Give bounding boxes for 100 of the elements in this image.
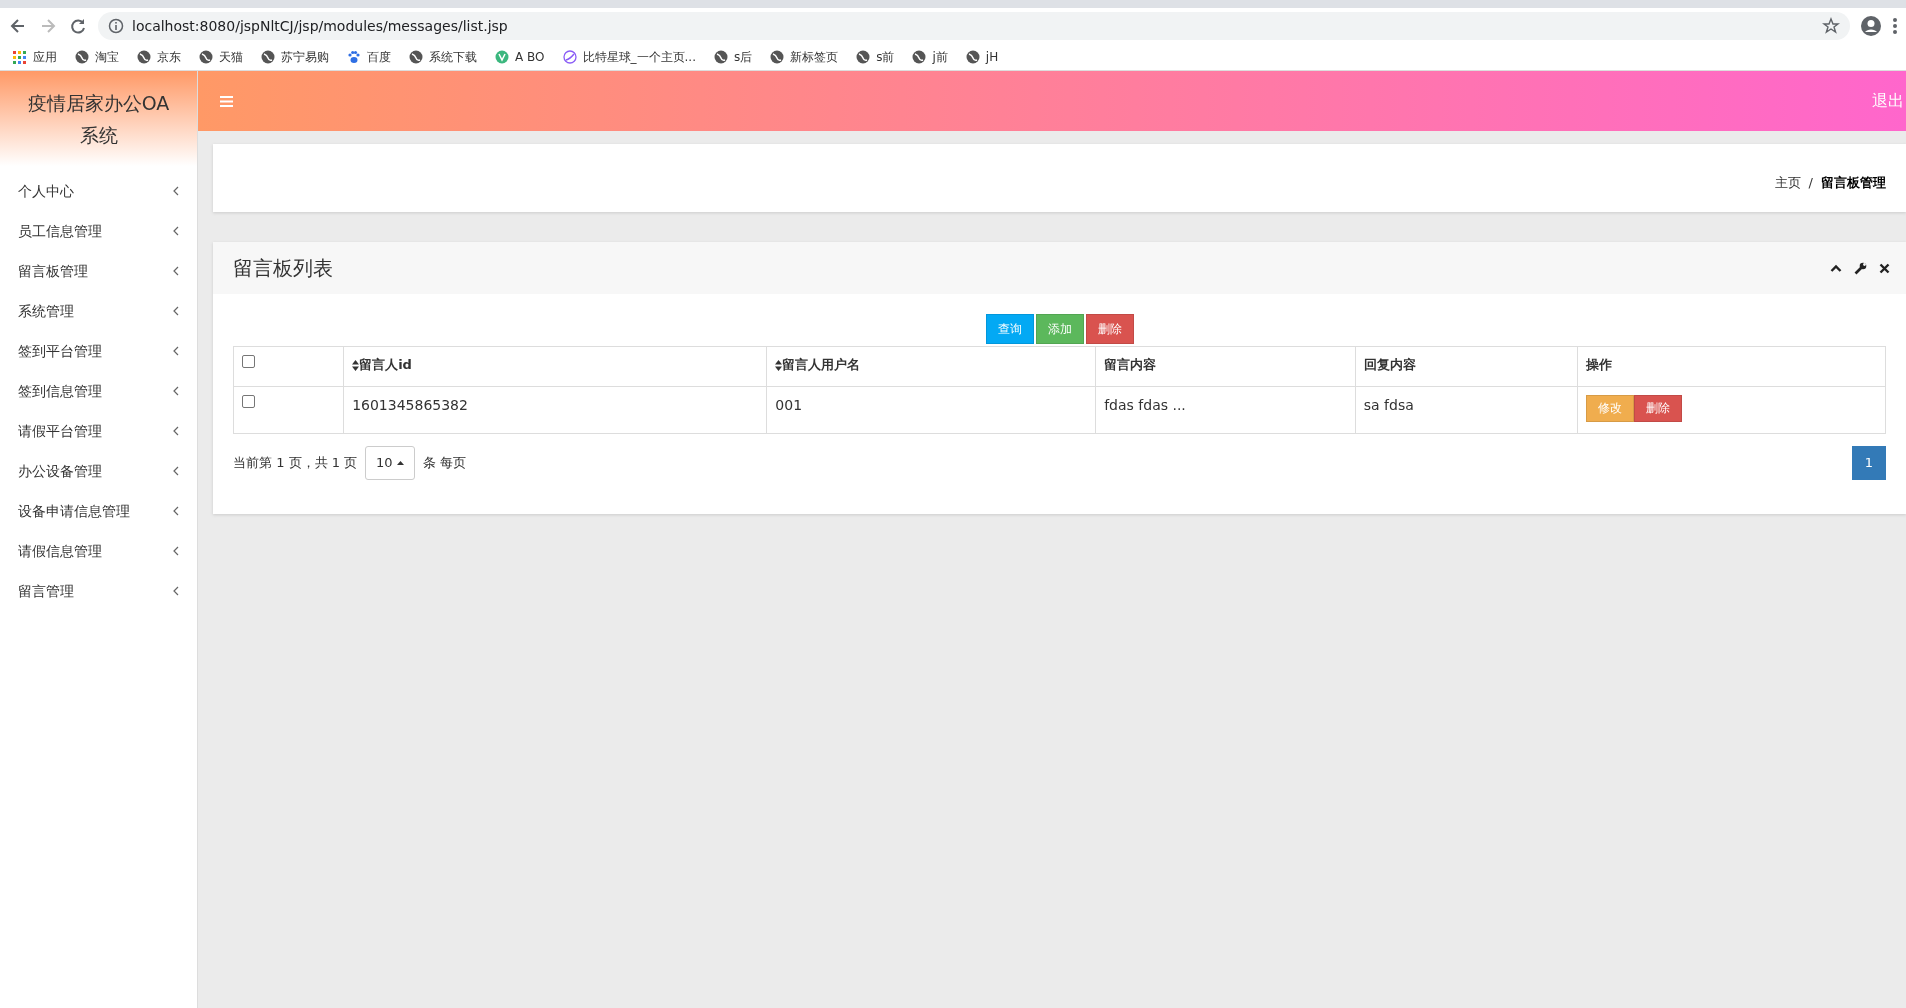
sidebar-item[interactable]: 请假信息管理 (0, 531, 197, 571)
breadcrumb-item: 留言板管理 (1821, 173, 1886, 192)
bookmark-label: 比特星球_一个主页... (582, 49, 696, 66)
chevron-left-icon (173, 586, 179, 596)
bookmark-label: 系统下载 (429, 49, 477, 66)
breadcrumb-separator: / (1808, 173, 1813, 192)
close-icon[interactable] (1879, 262, 1890, 274)
table-cell: 1601345865382 (343, 386, 767, 434)
globe-icon (199, 50, 213, 64)
bookmark-label: A BO (515, 49, 545, 66)
bookmark-label: 应用 (33, 49, 57, 66)
globe-icon (912, 50, 927, 64)
chevron-left-icon (173, 546, 179, 556)
app-title: 疫情居家办公OA系统 (26, 90, 171, 148)
sidebar-item[interactable]: 留言管理 (0, 571, 197, 611)
chevron-left-icon (173, 506, 179, 516)
paw-icon (347, 50, 361, 64)
sidebar-item[interactable]: 办公设备管理 (0, 451, 197, 491)
bookmark[interactable]: 天猫 (199, 48, 243, 66)
table-cell: sa fdsa (1355, 386, 1578, 434)
sidebar-item-label: 签到信息管理 (18, 381, 102, 401)
column-header: 回复内容 (1355, 346, 1578, 387)
bookmark-label: j前 (932, 49, 948, 66)
sidebar-item-label: 系统管理 (18, 301, 74, 321)
page-info: 当前第 1 页，共 1 页 (233, 454, 358, 473)
bookmark[interactable]: 淘宝 (75, 48, 119, 66)
bookmark-label: jH (985, 49, 999, 66)
chevron-left-icon (173, 186, 179, 196)
globe-icon (75, 50, 89, 64)
apps-grid-icon (12, 49, 27, 65)
bookmark-label: 京东 (157, 49, 181, 66)
bookmark[interactable]: 苏宁易购 (261, 48, 329, 66)
sidebar-item[interactable]: 签到信息管理 (0, 371, 197, 411)
bookmark-label: s后 (733, 49, 753, 66)
panel-title: 留言板列表 (233, 255, 333, 282)
sidebar-item[interactable]: 请假平台管理 (0, 411, 197, 451)
sidebar-item[interactable]: 签到平台管理 (0, 331, 197, 371)
bookmark[interactable]: jH (965, 48, 999, 66)
column-header[interactable]: 留言人id (343, 346, 767, 387)
column-header[interactable]: 留言人用户名 (766, 346, 1096, 387)
page-button[interactable]: 1 (1852, 446, 1886, 480)
sidebar-item[interactable]: 留言板管理 (0, 251, 197, 291)
bookmark[interactable]: 系统下载 (409, 48, 477, 66)
bookmark-label: 百度 (367, 49, 391, 66)
sidebar-item[interactable]: 设备申请信息管理 (0, 491, 197, 531)
bookmark[interactable]: s前 (856, 48, 895, 66)
globe-icon (965, 50, 980, 64)
chevron-left-icon (173, 466, 179, 476)
bookmark-label: 新标签页 (790, 49, 839, 66)
breadcrumb-item[interactable]: 主页 (1774, 172, 1801, 192)
address-bar[interactable]: localhost:8080/jspNltCJ/jsp/modules/messages/list.jsp (98, 12, 1850, 40)
bookmark[interactable]: j前 (912, 48, 948, 66)
more-icon[interactable] (1892, 16, 1898, 36)
bookmark[interactable]: s后 (713, 48, 753, 66)
url-text: localhost:8080/jspNltCJ/jsp/modules/messages/list.jsp (132, 16, 509, 36)
sidebar-item-label: 请假信息管理 (18, 541, 102, 561)
sort-icon (775, 360, 783, 371)
bookmark[interactable]: 百度 (347, 48, 391, 66)
chevron-left-icon (173, 386, 179, 396)
column-header: 操作 (1577, 346, 1886, 387)
chevron-left-icon (173, 266, 179, 276)
sidebar-item[interactable]: 员工信息管理 (0, 211, 197, 251)
caret-up-icon (396, 461, 404, 465)
row-checkbox[interactable] (242, 395, 255, 408)
info-icon (108, 18, 124, 34)
star-icon[interactable] (1822, 17, 1840, 35)
delete-button[interactable]: 删除 (1085, 314, 1134, 344)
delete-button[interactable]: 删除 (1633, 395, 1682, 422)
bookmark[interactable]: 京东 (137, 48, 181, 66)
globe-icon (770, 50, 785, 64)
select-all-checkbox[interactable] (242, 355, 255, 368)
bookmark[interactable]: 应用 (12, 48, 57, 66)
table-cell: 001 (766, 386, 1096, 434)
globe-icon (261, 50, 275, 64)
globe-icon (713, 50, 728, 64)
bookmark-label: 苏宁易购 (281, 49, 329, 66)
sidebar-item-label: 员工信息管理 (18, 221, 102, 241)
bookmark[interactable]: 新标签页 (770, 48, 839, 66)
chevron-left-icon (173, 226, 179, 236)
column-header: 留言内容 (1095, 346, 1356, 387)
sidebar-item[interactable]: 系统管理 (0, 291, 197, 331)
sidebar-item-label: 留言管理 (18, 581, 74, 601)
page-size-label: 条 每页 (422, 454, 466, 473)
page-size-select[interactable]: 10 (365, 446, 415, 480)
wrench-icon[interactable] (1854, 261, 1867, 275)
globe-icon (137, 50, 151, 64)
collapse-icon[interactable] (1830, 263, 1842, 273)
bookmark-label: s前 (876, 49, 895, 66)
swirl-icon (562, 50, 577, 64)
profile-icon[interactable] (1860, 15, 1882, 37)
table-cell: fdas fdas ... (1095, 386, 1356, 434)
leaf-icon (495, 50, 509, 64)
globe-icon (409, 50, 423, 64)
chevron-left-icon (173, 306, 179, 316)
sidebar-item-label: 个人中心 (18, 181, 74, 201)
bookmark-label: 淘宝 (95, 49, 119, 66)
sidebar-item[interactable]: 个人中心 (0, 171, 197, 211)
bookmark[interactable]: 比特星球_一个主页... (562, 48, 696, 66)
bookmark[interactable]: A BO (495, 48, 545, 66)
sidebar-item-label: 设备申请信息管理 (18, 501, 130, 521)
